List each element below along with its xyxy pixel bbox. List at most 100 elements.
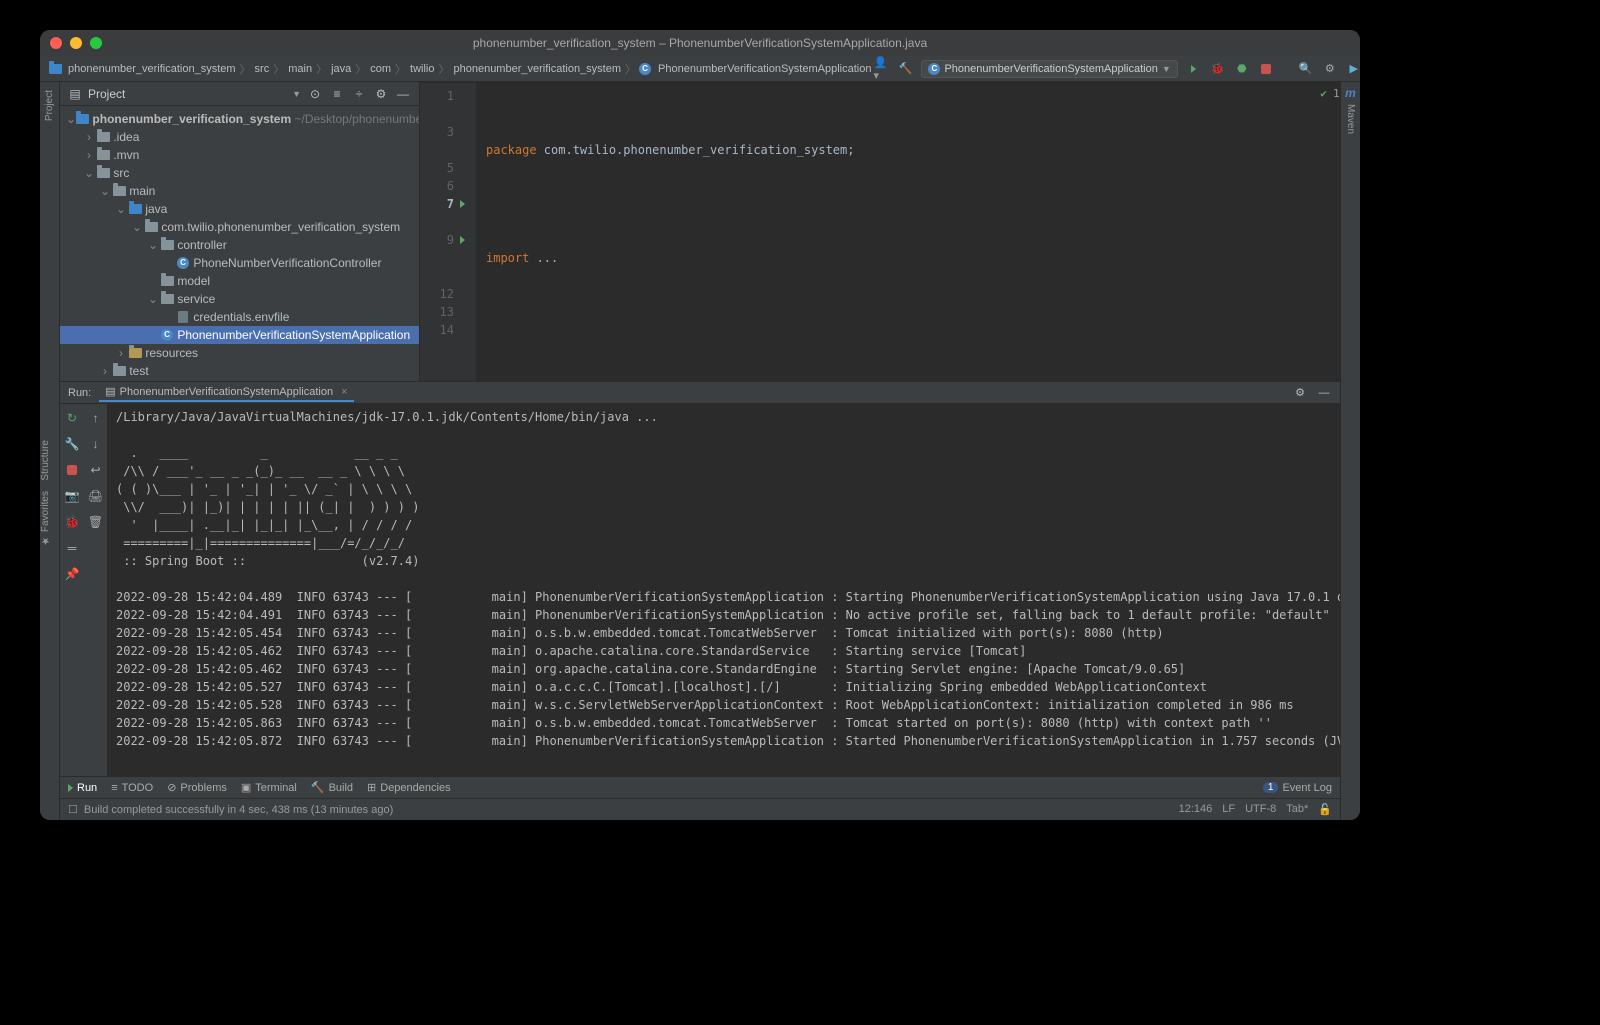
run-toolbar-left-2: ↑ ↓ ↩ 🖨 🗑	[84, 404, 108, 776]
bottom-tab-run[interactable]: Run	[68, 782, 97, 794]
cursor-position[interactable]: 12:146	[1179, 803, 1213, 816]
down-icon[interactable]: ↓	[88, 436, 104, 452]
hide-panel-icon[interactable]: —	[395, 86, 411, 102]
close-window-button[interactable]	[50, 37, 62, 49]
maven-tool-button[interactable]: Maven	[1345, 100, 1356, 138]
select-opened-file-icon[interactable]: ⊙	[307, 86, 323, 102]
ide-window: phonenumber_verification_system – Phonen…	[40, 30, 1360, 820]
project-view-icon: ▤	[68, 87, 82, 101]
tree-item-resources[interactable]: › resources	[60, 344, 419, 362]
tree-item-idea[interactable]: › .idea	[60, 128, 419, 146]
run-configuration-selector[interactable]: C PhonenumberVerificationSystemApplicati…	[921, 60, 1177, 78]
camera-icon[interactable]: 📷	[64, 488, 80, 504]
hide-run-panel-icon[interactable]: —	[1316, 385, 1332, 401]
pin-icon[interactable]: 📌	[64, 566, 80, 582]
debug-button[interactable]: 🐞	[1210, 61, 1226, 77]
indent-setting[interactable]: Tab*	[1286, 803, 1308, 816]
plugins-icon[interactable]: ▶	[1346, 61, 1360, 77]
bottom-tab-event-log[interactable]: 1Event Log	[1263, 782, 1332, 794]
tree-item-test[interactable]: › test	[60, 362, 419, 380]
right-tool-strip: m Maven	[1340, 82, 1360, 820]
breadcrumb[interactable]: phonenumber_verification_system〉 src〉 ma…	[48, 61, 873, 77]
run-label: Run:	[68, 387, 91, 399]
project-tool-button[interactable]: Project	[44, 86, 55, 125]
tree-item-controller[interactable]: ⌄ controller	[60, 236, 419, 254]
status-bar: ☐ Build completed successfully in 4 sec,…	[60, 798, 1340, 820]
print-icon[interactable]: 🖨	[88, 488, 104, 504]
tree-item-app-class[interactable]: C PhonenumberVerificationSystemApplicati…	[60, 326, 419, 344]
run-panel-header: Run: ▤PhonenumberVerificationSystemAppli…	[60, 382, 1340, 404]
project-panel-title[interactable]: Project	[88, 87, 286, 101]
line-ending[interactable]: LF	[1222, 803, 1235, 816]
line-number-gutter: 1 3 567 9 121314	[420, 83, 460, 382]
coverage-button[interactable]: ⬣	[1234, 61, 1250, 77]
tree-item-src[interactable]: ⌄ src	[60, 164, 419, 182]
class-icon: C	[638, 62, 652, 76]
tree-item-credentials[interactable]: credentials.envfile	[60, 308, 419, 326]
stop-button[interactable]	[64, 462, 80, 478]
left-tool-strip-lower: Structure ★ Favorites	[40, 440, 60, 545]
run-gutter	[460, 83, 476, 382]
project-icon	[48, 62, 62, 76]
user-icon[interactable]: 👤▾	[873, 61, 889, 77]
status-indicator-icon[interactable]: ☐	[68, 803, 78, 816]
minimize-window-button[interactable]	[70, 37, 82, 49]
code-area[interactable]: ✔1 ᐱ ᐯ package com.twilio.phonenumber_ve…	[476, 83, 1340, 382]
favorites-tool-button[interactable]: ★ Favorites	[40, 491, 51, 546]
collapse-all-icon[interactable]: ÷	[351, 86, 367, 102]
run-settings-icon[interactable]: ⚙	[1292, 385, 1308, 401]
tree-item-service[interactable]: ⌄ service	[60, 290, 419, 308]
console-output[interactable]: /Library/Java/JavaVirtualMachines/jdk-17…	[108, 404, 1340, 776]
stop-button[interactable]	[1258, 61, 1274, 77]
run-class-gutter-icon[interactable]	[460, 195, 476, 213]
inspection-status[interactable]: ✔1 ᐱ ᐯ	[1320, 85, 1340, 103]
project-panel-header: ▤ Project ▼ ⊙ ≡ ÷ ⚙ —	[60, 82, 419, 106]
bottom-tab-dependencies[interactable]: ⊞Dependencies	[367, 781, 451, 794]
layout-icon[interactable]: ═	[64, 540, 80, 556]
tree-item-model[interactable]: model	[60, 272, 419, 290]
tree-item-controller-class[interactable]: C PhoneNumberVerificationController	[60, 254, 419, 272]
titlebar: phonenumber_verification_system – Phonen…	[40, 30, 1360, 56]
bottom-tool-bar: Run ≡TODO ⊘Problems ▣Terminal 🔨Build ⊞De…	[60, 776, 1340, 798]
maven-icon[interactable]: m	[1345, 86, 1356, 100]
panel-settings-icon[interactable]: ⚙	[373, 86, 389, 102]
soft-wrap-icon[interactable]: ↩	[88, 462, 104, 478]
tree-item-mvn[interactable]: › .mvn	[60, 146, 419, 164]
up-icon[interactable]: ↑	[88, 410, 104, 426]
bottom-tab-problems[interactable]: ⊘Problems	[167, 781, 227, 794]
run-toolbar-left-1: ↻ 🔧 📷 🐞 ═ 📌	[60, 404, 84, 776]
tree-root[interactable]: ⌄ phonenumber_verification_system ~/Desk…	[60, 110, 419, 128]
upper-split: ▤ Project ▼ ⊙ ≡ ÷ ⚙ — ⌄ phonenumber_veri…	[60, 82, 1340, 382]
project-panel: ▤ Project ▼ ⊙ ≡ ÷ ⚙ — ⌄ phonenumber_veri…	[60, 82, 420, 381]
run-main-gutter-icon[interactable]	[460, 231, 476, 249]
bottom-tab-terminal[interactable]: ▣Terminal	[241, 781, 297, 794]
tree-item-java[interactable]: ⌄ java	[60, 200, 419, 218]
tree-item-target[interactable]: › target	[60, 380, 419, 381]
tree-item-main[interactable]: ⌄ main	[60, 182, 419, 200]
settings-icon[interactable]: ⚙	[1322, 61, 1338, 77]
run-button[interactable]	[1186, 61, 1202, 77]
bottom-tab-build[interactable]: 🔨Build	[311, 781, 353, 794]
lock-icon[interactable]: 🔓	[1318, 803, 1332, 816]
editor[interactable]: 1 3 567 9 121314 ✔1 ᐱ ᐯ package com.twil…	[420, 83, 1340, 382]
wrench-icon[interactable]: 🔧	[64, 436, 80, 452]
tree-item-package[interactable]: ⌄ com.twilio.phonenumber_verification_sy…	[60, 218, 419, 236]
class-icon: C	[928, 63, 940, 75]
search-icon[interactable]: 🔍	[1298, 61, 1314, 77]
center-column: ▤ Project ▼ ⊙ ≡ ÷ ⚙ — ⌄ phonenumber_veri…	[60, 82, 1340, 820]
window-title: phonenumber_verification_system – Phonen…	[40, 36, 1360, 50]
build-icon[interactable]: 🔨	[897, 61, 913, 77]
bug-icon[interactable]: 🐞	[64, 514, 80, 530]
main-split: Project ▤ Project ▼ ⊙ ≡ ÷ ⚙ —	[40, 82, 1360, 820]
navigation-bar: phonenumber_verification_system〉 src〉 ma…	[40, 56, 1360, 82]
clear-icon[interactable]: 🗑	[88, 514, 104, 530]
maximize-window-button[interactable]	[90, 37, 102, 49]
run-tab[interactable]: ▤PhonenumberVerificationSystemApplicatio…	[99, 383, 353, 402]
rerun-button[interactable]: ↻	[64, 410, 80, 426]
project-tree[interactable]: ⌄ phonenumber_verification_system ~/Desk…	[60, 106, 419, 381]
structure-tool-button[interactable]: Structure	[40, 440, 51, 481]
status-message: Build completed successfully in 4 sec, 4…	[84, 804, 1179, 816]
bottom-tab-todo[interactable]: ≡TODO	[111, 782, 153, 794]
expand-all-icon[interactable]: ≡	[329, 86, 345, 102]
encoding[interactable]: UTF-8	[1245, 803, 1276, 816]
